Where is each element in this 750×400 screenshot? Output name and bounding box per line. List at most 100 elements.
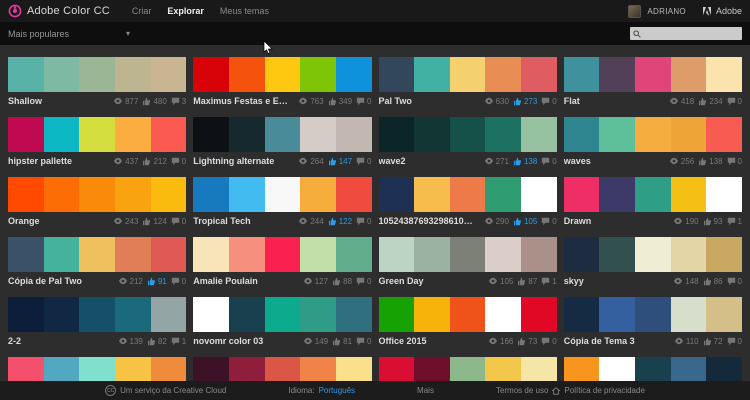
color-swatch[interactable]	[450, 237, 486, 272]
color-swatch[interactable]	[671, 177, 707, 212]
palette-card[interactable]: Amalie Poulain 127 88	[193, 237, 371, 288]
color-swatch[interactable]	[44, 177, 80, 212]
palette-card[interactable]: 2-2 139 82	[8, 297, 186, 348]
comments-stat[interactable]: 0	[171, 217, 186, 226]
color-swatch[interactable]	[564, 297, 600, 332]
thumbs-up-icon[interactable]	[142, 217, 151, 226]
likes-stat[interactable]: 273	[513, 97, 537, 106]
palette-name[interactable]: Pal Two	[379, 96, 412, 106]
color-swatch[interactable]	[599, 297, 635, 332]
color-swatch[interactable]	[379, 297, 415, 332]
color-swatch[interactable]	[485, 117, 521, 152]
comments-stat[interactable]: 0	[541, 97, 556, 106]
palette-swatches[interactable]	[193, 237, 371, 272]
thumbs-up-icon[interactable]	[328, 157, 337, 166]
comments-stat[interactable]: 0	[356, 337, 371, 346]
color-swatch[interactable]	[521, 117, 557, 152]
color-swatch[interactable]	[300, 237, 336, 272]
color-swatch[interactable]	[151, 237, 187, 272]
palette-swatches[interactable]	[193, 57, 371, 92]
comments-stat[interactable]: 1	[727, 217, 742, 226]
color-swatch[interactable]	[706, 177, 742, 212]
palette-card[interactable]: Pal Two 630 273	[379, 57, 557, 108]
palette-name[interactable]: Flat	[564, 96, 580, 106]
color-swatch[interactable]	[336, 57, 372, 92]
palette-swatches[interactable]	[379, 237, 557, 272]
color-swatch[interactable]	[564, 117, 600, 152]
language-link[interactable]: Português	[319, 386, 355, 395]
color-swatch[interactable]	[564, 177, 600, 212]
palette-card[interactable]: Flat 418 234	[564, 57, 742, 108]
color-swatch[interactable]	[265, 57, 301, 92]
color-swatch[interactable]	[379, 177, 415, 212]
palette-swatches[interactable]	[8, 57, 186, 92]
color-swatch[interactable]	[485, 57, 521, 92]
palette-card[interactable]: 1052438769329861073924920552... 290 105	[379, 177, 557, 228]
comments-stat[interactable]: 1	[541, 277, 556, 286]
likes-stat[interactable]: 88	[332, 277, 352, 286]
palette-name[interactable]: 2-2	[8, 336, 21, 346]
color-swatch[interactable]	[300, 297, 336, 332]
search-input[interactable]	[644, 29, 739, 38]
palette-name[interactable]: hipster pallette	[8, 156, 72, 166]
palette-card[interactable]: Cópia de Pal Two 212 91	[8, 237, 186, 288]
thumbs-up-icon[interactable]	[328, 97, 337, 106]
color-swatch[interactable]	[414, 297, 450, 332]
color-swatch[interactable]	[414, 177, 450, 212]
color-swatch[interactable]	[450, 177, 486, 212]
palette-card[interactable]: novomr color 03 149 81	[193, 297, 371, 348]
color-swatch[interactable]	[521, 237, 557, 272]
palette-swatches[interactable]	[8, 117, 186, 152]
likes-stat[interactable]: 81	[332, 337, 352, 346]
color-swatch[interactable]	[229, 57, 265, 92]
color-swatch[interactable]	[79, 297, 115, 332]
color-swatch[interactable]	[379, 57, 415, 92]
color-swatch[interactable]	[635, 117, 671, 152]
color-swatch[interactable]	[265, 297, 301, 332]
palette-card[interactable]: Lightning alternate 264 147	[193, 117, 371, 168]
nav-criar[interactable]: Criar	[132, 6, 152, 16]
palette-card[interactable]: skyy 148 86	[564, 237, 742, 288]
palette-swatches[interactable]	[8, 177, 186, 212]
thumbs-up-icon[interactable]	[698, 157, 707, 166]
likes-stat[interactable]: 82	[147, 337, 167, 346]
palette-swatches[interactable]	[564, 57, 742, 92]
color-swatch[interactable]	[115, 237, 151, 272]
comments-stat[interactable]: 0	[541, 337, 556, 346]
color-swatch[interactable]	[635, 177, 671, 212]
nav-meus-temas[interactable]: Meus temas	[220, 6, 269, 16]
user-name[interactable]: ADRIANO	[647, 7, 686, 16]
adobe-brand[interactable]: Adobe	[702, 6, 742, 16]
thumbs-up-icon[interactable]	[513, 217, 522, 226]
color-swatch[interactable]	[8, 117, 44, 152]
color-swatch[interactable]	[300, 57, 336, 92]
palette-name[interactable]: waves	[564, 156, 591, 166]
color-swatch[interactable]	[8, 57, 44, 92]
color-swatch[interactable]	[635, 57, 671, 92]
comments-stat[interactable]: 0	[171, 277, 186, 286]
palette-card[interactable]: Office 2015 166 73	[379, 297, 557, 348]
comments-stat[interactable]: 0	[727, 337, 742, 346]
color-swatch[interactable]	[521, 177, 557, 212]
color-swatch[interactable]	[193, 117, 229, 152]
color-swatch[interactable]	[336, 237, 372, 272]
palette-swatches[interactable]	[379, 297, 557, 332]
palette-card[interactable]: Maximus Festas e Eventos 763 349	[193, 57, 371, 108]
color-swatch[interactable]	[635, 237, 671, 272]
comments-stat[interactable]: 0	[727, 277, 742, 286]
color-swatch[interactable]	[115, 297, 151, 332]
palette-swatches[interactable]	[564, 297, 742, 332]
palette-name[interactable]: 1052438769329861073924920552...	[379, 216, 475, 226]
color-swatch[interactable]	[193, 57, 229, 92]
color-swatch[interactable]	[671, 117, 707, 152]
comments-stat[interactable]: 0	[356, 277, 371, 286]
user-avatar[interactable]	[628, 5, 641, 18]
color-swatch[interactable]	[193, 177, 229, 212]
terms-link[interactable]: Termos de uso	[496, 386, 548, 395]
sort-dropdown[interactable]: Mais populares ▾	[8, 29, 130, 39]
palette-name[interactable]: skyy	[564, 276, 584, 286]
comments-stat[interactable]: 0	[727, 157, 742, 166]
color-swatch[interactable]	[44, 57, 80, 92]
color-swatch[interactable]	[151, 177, 187, 212]
footer-more-link[interactable]: Mais	[417, 386, 434, 395]
